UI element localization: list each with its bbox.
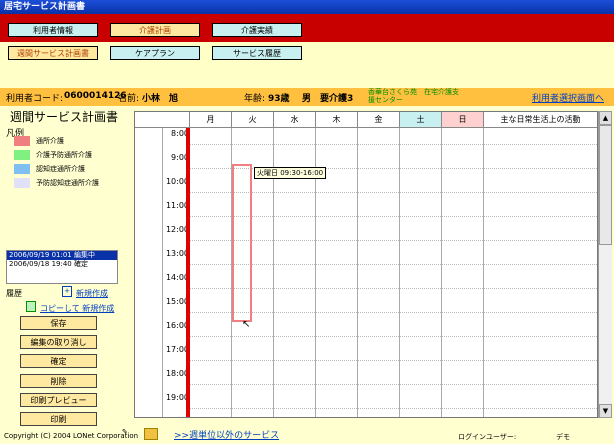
age-label: 年齢:: [244, 94, 266, 104]
confirm-button[interactable]: 確定: [20, 354, 97, 368]
legend-swatch: [14, 178, 30, 188]
legend-swatch: [14, 136, 30, 146]
login-user: デモ: [556, 433, 570, 441]
login-label: ログインユーザー:: [458, 433, 517, 441]
service-tooltip: 火曜日 09:30-16:00: [254, 167, 327, 179]
left-panel: 週間サービス計画書 凡例 通所介護 介護予防通所介護 認知症通所介護 予防認知症…: [0, 106, 134, 432]
user-name: 小林 旭: [142, 94, 179, 104]
grid-line: [190, 336, 597, 337]
tab-care-plan[interactable]: 介護計画: [110, 23, 200, 37]
day-header-tue: 火: [232, 112, 274, 128]
tab-service-history[interactable]: サービス履歴: [212, 46, 302, 60]
legend-label: 介護予防通所介護: [36, 151, 92, 159]
print-preview-button[interactable]: 印刷プレビュー: [20, 393, 97, 407]
history-item[interactable]: 2006/09/19 01:01 編集中: [7, 251, 117, 260]
weekly-schedule-grid[interactable]: 月 火 水 木 金 土 日 主な日常生活上の活動 8:00 9:00 10:00…: [134, 111, 598, 418]
name-label: 名前:: [118, 94, 140, 104]
save-button[interactable]: 保存: [20, 316, 97, 330]
other-services-link[interactable]: >>週単位以外のサービス: [174, 428, 279, 441]
legend-item: 通所介護: [14, 136, 64, 147]
legend-item: 認知症通所介護: [14, 164, 85, 175]
grid-line: [190, 384, 597, 385]
copy-document-icon[interactable]: [26, 301, 36, 312]
legend-item: 予防認知症通所介護: [14, 178, 99, 189]
user-gender: 男: [302, 94, 312, 104]
legend-label: 通所介護: [36, 137, 64, 145]
grid-line: [190, 408, 597, 409]
footer: Copyright (C) 2004 LONet Corporation ✎ >…: [0, 424, 614, 444]
legend-label: 認知症通所介護: [36, 165, 85, 173]
user-select-link[interactable]: 利用者選択画面へ: [532, 91, 604, 104]
day-header-wed: 水: [274, 112, 316, 128]
activities-header: 主な日常生活上の活動: [484, 112, 597, 128]
tab-weekly-plan[interactable]: 週間サービス計画書: [8, 46, 98, 60]
legend-swatch: [14, 150, 30, 160]
scroll-up-icon[interactable]: ▲: [599, 111, 612, 125]
page-title: 週間サービス計画書: [10, 110, 119, 124]
grid-line: [190, 144, 597, 145]
legend-label: 予防認知症通所介護: [36, 179, 99, 187]
grid-line: [190, 360, 597, 361]
grid-column: [135, 128, 163, 417]
facility-name: 香華台さくら苑 在宅介護支援センター: [368, 88, 459, 104]
day-header-mon: 月: [190, 112, 232, 128]
vertical-scrollbar[interactable]: ▲ ▼: [598, 111, 612, 418]
copyright: Copyright (C) 2004 LONet Corporation: [4, 432, 139, 440]
history-label: 履歴: [6, 289, 22, 298]
activities-column[interactable]: [484, 128, 597, 417]
day-header-fri: 金: [358, 112, 400, 128]
user-age: 93歳: [268, 94, 290, 104]
tab-careplan[interactable]: ケアプラン: [110, 46, 200, 60]
day-header-sat: 土: [400, 112, 442, 128]
new-create-link[interactable]: 新規作成: [76, 288, 108, 299]
window-titlebar: 居宅サービス計画書: [0, 0, 614, 14]
scroll-down-icon[interactable]: ▼: [599, 404, 612, 418]
history-list[interactable]: 2006/09/19 01:01 編集中 2006/09/18 19:40 確定: [6, 250, 118, 284]
delete-button[interactable]: 削除: [20, 374, 97, 388]
user-info-bar: 利用者コード: 0600014126 名前: 小林 旭 年齢: 93歳 男 要介…: [0, 88, 614, 106]
service-block-tuesday[interactable]: [232, 164, 252, 322]
book-icon[interactable]: [144, 428, 158, 440]
legend-item: 介護予防通所介護: [14, 150, 92, 161]
mouse-cursor-icon: ↖: [242, 319, 251, 330]
time-header: [135, 112, 190, 128]
copy-create-link[interactable]: コピーして 新規作成: [40, 303, 114, 314]
day-header-thu: 木: [316, 112, 358, 128]
sub-nav-bar: 週間サービス計画書 ケアプラン サービス履歴: [0, 42, 614, 88]
history-item[interactable]: 2006/09/18 19:40 確定: [7, 260, 117, 269]
day-column-mon[interactable]: [190, 128, 232, 417]
care-level: 要介護3: [320, 94, 354, 104]
legend-swatch: [14, 164, 30, 174]
day-column-fri[interactable]: [358, 128, 400, 417]
day-column-sun[interactable]: [442, 128, 484, 417]
scroll-thumb[interactable]: [599, 125, 612, 245]
tab-care-record[interactable]: 介護実績: [212, 23, 302, 37]
new-document-icon[interactable]: +: [62, 286, 72, 297]
undo-edit-button[interactable]: 編集の取り消し: [20, 335, 97, 349]
current-time-marker: [186, 128, 190, 417]
code-label: 利用者コード:: [6, 94, 64, 104]
day-header-sun: 日: [442, 112, 484, 128]
tab-user-info[interactable]: 利用者情報: [8, 23, 98, 37]
pencil-icon[interactable]: ✎: [122, 428, 136, 440]
top-nav-bar: 利用者情報 介護計画 介護実績: [0, 14, 614, 42]
window-title: 居宅サービス計画書: [4, 2, 86, 12]
day-column-sat[interactable]: [400, 128, 442, 417]
